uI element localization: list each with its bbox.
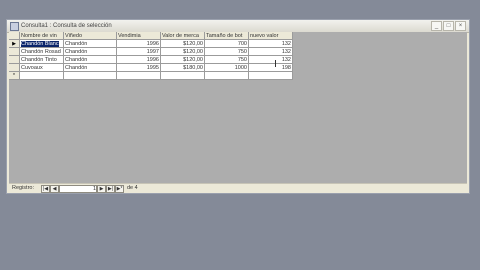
record-navigation-bar: Registro: |◀ ◀ 1 ▶ ▶| ▶* de 4: [9, 183, 467, 193]
record-label: Registro:: [12, 185, 35, 191]
minimize-button[interactable]: _: [431, 21, 442, 31]
cell-vintage[interactable]: 1995: [117, 64, 161, 72]
query-icon: [10, 22, 19, 31]
cell-market-value[interactable]: $180,00: [161, 64, 205, 72]
column-header[interactable]: nuevo valor: [249, 32, 293, 40]
selected-text: Chandón Blanc: [21, 41, 59, 47]
cell-market-value[interactable]: $120,00: [161, 56, 205, 64]
maximize-button[interactable]: □: [443, 21, 454, 31]
new-cell[interactable]: [205, 72, 249, 80]
cell-vintage[interactable]: 1996: [117, 40, 161, 48]
row-selector[interactable]: [9, 48, 20, 56]
cell-new-value[interactable]: 132: [249, 48, 293, 56]
text-cursor: [275, 60, 276, 67]
close-button[interactable]: ×: [455, 21, 466, 31]
window-title: Consulta1 : Consulta de selección: [21, 23, 112, 29]
new-record-button[interactable]: ▶*: [115, 185, 124, 193]
cell-wine-name[interactable]: Chandón Rosad: [20, 48, 64, 56]
first-record-button[interactable]: |◀: [41, 185, 50, 193]
previous-record-button[interactable]: ◀: [50, 185, 59, 193]
cell-bottle-size[interactable]: 750: [205, 48, 249, 56]
column-header[interactable]: Nombre de vin: [20, 32, 64, 40]
cell-market-value[interactable]: $120,00: [161, 40, 205, 48]
cell-vintage[interactable]: 1997: [117, 48, 161, 56]
column-header[interactable]: Vendimia: [117, 32, 161, 40]
cell-new-value[interactable]: 132: [249, 56, 293, 64]
cell-bottle-size[interactable]: 750: [205, 56, 249, 64]
row-selector[interactable]: [9, 64, 20, 72]
cell-vineyard[interactable]: Chandón: [64, 56, 117, 64]
cell-new-value[interactable]: 198: [249, 64, 293, 72]
current-record-field[interactable]: 1: [59, 185, 97, 193]
new-cell[interactable]: [117, 72, 161, 80]
row-selector[interactable]: ▶: [9, 40, 20, 48]
last-record-button[interactable]: ▶|: [106, 185, 115, 193]
column-header[interactable]: Valor de merca: [161, 32, 205, 40]
cell-wine-name[interactable]: Cuvoaux: [20, 64, 64, 72]
cell-vineyard[interactable]: Chandón: [64, 64, 117, 72]
cell-market-value[interactable]: $120,00: [161, 48, 205, 56]
cell-vineyard[interactable]: Chandón: [64, 48, 117, 56]
cell-vineyard[interactable]: Chandón: [64, 40, 117, 48]
record-count: de 4: [127, 185, 138, 191]
new-cell[interactable]: [161, 72, 205, 80]
datasheet-area: Nombre de vin Viñedo Vendimia Valor de m…: [9, 32, 467, 183]
cell-new-value[interactable]: 132: [249, 40, 293, 48]
column-header[interactable]: Viñedo: [64, 32, 117, 40]
new-cell[interactable]: [64, 72, 117, 80]
cell-wine-name[interactable]: Chandón Tinto: [20, 56, 64, 64]
new-record-marker[interactable]: *: [9, 72, 20, 80]
cell-vintage[interactable]: 1996: [117, 56, 161, 64]
cell-bottle-size[interactable]: 700: [205, 40, 249, 48]
next-record-button[interactable]: ▶: [97, 185, 106, 193]
select-all-button[interactable]: [9, 32, 20, 40]
column-header[interactable]: Tamaño de bot: [205, 32, 249, 40]
cell-wine-name[interactable]: Chandón Blanc: [20, 40, 64, 48]
new-cell[interactable]: [249, 72, 293, 80]
new-cell[interactable]: [20, 72, 64, 80]
cell-bottle-size[interactable]: 1000: [205, 64, 249, 72]
query-window: Consulta1 : Consulta de selección _ □ × …: [6, 19, 470, 194]
row-selector[interactable]: [9, 56, 20, 64]
